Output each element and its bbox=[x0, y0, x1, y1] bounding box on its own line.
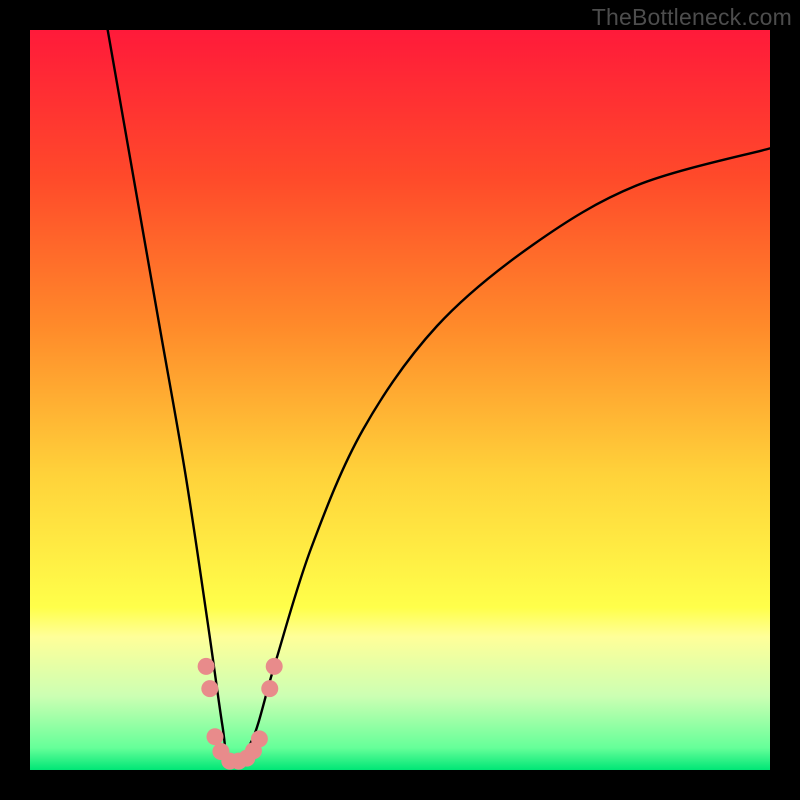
watermark-text: TheBottleneck.com bbox=[592, 4, 792, 31]
marker-dot bbox=[261, 680, 278, 697]
plot-area bbox=[30, 30, 770, 770]
marker-dot bbox=[198, 658, 215, 675]
marker-dot bbox=[207, 728, 224, 745]
marker-dot bbox=[251, 730, 268, 747]
bottleneck-curve bbox=[108, 30, 770, 763]
marker-dot bbox=[266, 658, 283, 675]
marker-dot bbox=[201, 680, 218, 697]
curve-layer bbox=[30, 30, 770, 770]
curve-markers bbox=[198, 658, 283, 770]
chart-frame: TheBottleneck.com bbox=[0, 0, 800, 800]
